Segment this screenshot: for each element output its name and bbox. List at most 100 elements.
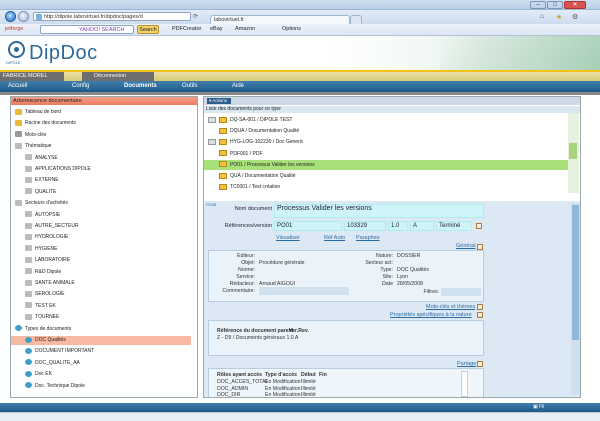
ref-letter-field[interactable]: A: [410, 221, 434, 231]
home-icon[interactable]: ⌂: [540, 13, 548, 21]
edit-properties-icon[interactable]: [477, 312, 483, 318]
doc-list-row[interactable]: DQ-SA-001 / DIPOLE TEST: [204, 115, 568, 125]
user-name: FABRICE MOREL: [0, 72, 64, 81]
tree-item[interactable]: Doc EK: [11, 370, 191, 379]
tree-item[interactable]: AUTOPSIE: [11, 211, 191, 220]
visualiser-link[interactable]: Visualiser: [276, 235, 300, 241]
parent-document-section: Référence du document parent Ver.Rev. Z …: [208, 320, 484, 356]
doc-list-row[interactable]: DQUA / Documentation Qualité: [204, 126, 568, 136]
partage-cell: Illimité: [301, 385, 316, 392]
menu-aide[interactable]: Aide: [232, 81, 244, 92]
favorites-icon[interactable]: ★: [556, 13, 564, 21]
partage-scrollbar[interactable]: [461, 371, 468, 397]
tree-item[interactable]: Doc. Technique Dipole: [11, 382, 191, 391]
logout-link[interactable]: Déconnexion: [82, 72, 154, 81]
close-button[interactable]: ✕: [564, 1, 586, 9]
toolbar-search-input[interactable]: YAHOO! SEARCH: [40, 25, 134, 34]
folder-icon: [219, 116, 227, 123]
maximize-button[interactable]: □: [547, 1, 563, 9]
tree-item[interactable]: Secteurs d'activités: [11, 199, 191, 208]
tree-item[interactable]: HYDROLOGIE: [11, 233, 191, 242]
tree-item[interactable]: LABORATOIRE: [11, 256, 191, 265]
tree-item[interactable]: Tableau de bord: [11, 108, 191, 117]
tree-item[interactable]: APPLICATIONS DIPOLE: [11, 165, 191, 174]
tree-item[interactable]: ANALYSE: [11, 154, 191, 163]
doc-list-row[interactable]: TC0001 / Test création: [204, 182, 568, 192]
paraphes-link[interactable]: Paraphes: [356, 235, 380, 241]
doc-list-row[interactable]: PDF001 / PDF: [204, 149, 568, 159]
logo-subtitle: DIPOLE: [6, 60, 21, 65]
pdfcreator-button[interactable]: PDFCreator: [172, 24, 201, 34]
general-section-title[interactable]: Général: [456, 243, 476, 249]
back-button[interactable]: ‹: [5, 11, 16, 22]
ebay-button[interactable]: eBay: [210, 24, 223, 34]
tree-item[interactable]: DOC_QUALITE_AA: [11, 359, 191, 368]
tree-item[interactable]: DOC Qualités: [11, 336, 191, 345]
detail-scrollbar-thumb[interactable]: [572, 205, 579, 340]
tree-item[interactable]: SEROLOGIE: [11, 290, 191, 299]
amazon-button[interactable]: Amazon: [235, 24, 255, 34]
doc-list-row[interactable]: QUA / Documentation Qualité: [204, 171, 568, 181]
doc-list-label: TC0001 / Test création: [230, 184, 281, 191]
doc-list-scrollbar-thumb[interactable]: [569, 143, 577, 159]
edit-partage-icon[interactable]: [477, 361, 483, 367]
tree-item[interactable]: SANTE ANIMALE: [11, 279, 191, 288]
ref-num-field[interactable]: 103329: [344, 221, 386, 231]
search-button[interactable]: Search: [137, 25, 159, 34]
minimize-button[interactable]: –: [530, 1, 546, 9]
tree-item[interactable]: EXTERNE: [11, 176, 191, 185]
forward-button[interactable]: ›: [18, 11, 29, 22]
date-label: Date: [382, 281, 393, 287]
tree-item[interactable]: HYGIENE: [11, 245, 191, 254]
folder-icon: [15, 120, 22, 127]
globe-icon: [25, 382, 32, 389]
doc-list-label: PO01 / Processus Valider les versions: [230, 161, 315, 168]
partage-cell: En Modification: [265, 385, 301, 392]
commentaire-field[interactable]: [259, 287, 349, 295]
menu-config[interactable]: Config: [72, 81, 89, 92]
nom-document-field[interactable]: Processus Valider les versions: [274, 204, 484, 218]
tree-item[interactable]: QUALITE: [11, 188, 191, 197]
group-icon: [25, 222, 32, 229]
tree-item[interactable]: Mots-clés: [11, 131, 191, 140]
partage-header: Type d'accès: [265, 372, 297, 378]
group-icon: [25, 302, 32, 309]
tree-item[interactable]: Thématique: [11, 142, 191, 151]
tree-item[interactable]: TEST EK: [11, 302, 191, 311]
proprietes-link[interactable]: Propriétés spécifiques à la nature: [390, 312, 472, 318]
tree-item[interactable]: DOCUMENT IMPORTANT: [11, 347, 191, 356]
menu-documents[interactable]: Documents: [124, 81, 157, 92]
ref-code-field[interactable]: PO01: [274, 221, 342, 231]
refresh-icon[interactable]: ⟳: [193, 13, 199, 20]
folder-icon: [219, 161, 227, 168]
settings-gear-icon[interactable]: ⚙: [572, 13, 580, 21]
ref-status-field[interactable]: Terminé: [436, 221, 472, 231]
doc-list-row[interactable]: HYG-LOG-102230 / Doc Generic: [204, 137, 568, 147]
filtres-field[interactable]: [441, 288, 481, 296]
tab-label: labovirtuel.fr: [214, 17, 244, 23]
objet-label: Objet:: [241, 260, 255, 266]
options-button[interactable]: Options: [282, 24, 301, 34]
tree-item[interactable]: AUTRE_SECTEUR: [11, 222, 191, 231]
doc-list-row[interactable]: PO01 / Processus Valider les versions: [204, 159, 568, 170]
tree-item[interactable]: Types de documents: [11, 325, 191, 334]
edit-keywords-icon[interactable]: [477, 304, 483, 310]
ref-version-field[interactable]: 1.0: [388, 221, 408, 231]
new-tab-button[interactable]: [350, 15, 362, 24]
mots-cles-link[interactable]: Mots-clés et thèmes: [426, 304, 475, 310]
menu-outils[interactable]: Outils: [182, 81, 197, 92]
ref-auto-link[interactable]: Réf Auto: [324, 235, 345, 241]
tab-labovirtuel[interactable]: labovirtuel.fr: [210, 15, 350, 24]
menu-accueil[interactable]: Accueil: [8, 81, 27, 92]
tree-item-label: SANTE ANIMALE: [35, 280, 75, 286]
tree-item-label: TEST EK: [35, 302, 56, 309]
tree-item[interactable]: R&D Dipole: [11, 268, 191, 277]
actions-menu[interactable]: ▾ Actions: [207, 98, 231, 104]
edit-ref-icon[interactable]: [476, 223, 482, 229]
tree-item-label: DOC_QUALITE_AA: [35, 359, 80, 366]
tree-item[interactable]: Racine des documents: [11, 119, 191, 128]
url-input[interactable]: http://dipole.labovirtuel.fr/dipdoc/page…: [33, 12, 191, 21]
partage-section-title[interactable]: Partage: [457, 361, 476, 367]
tree-item[interactable]: TOURNEE: [11, 313, 191, 322]
partage-cell: Illimité: [301, 379, 316, 385]
